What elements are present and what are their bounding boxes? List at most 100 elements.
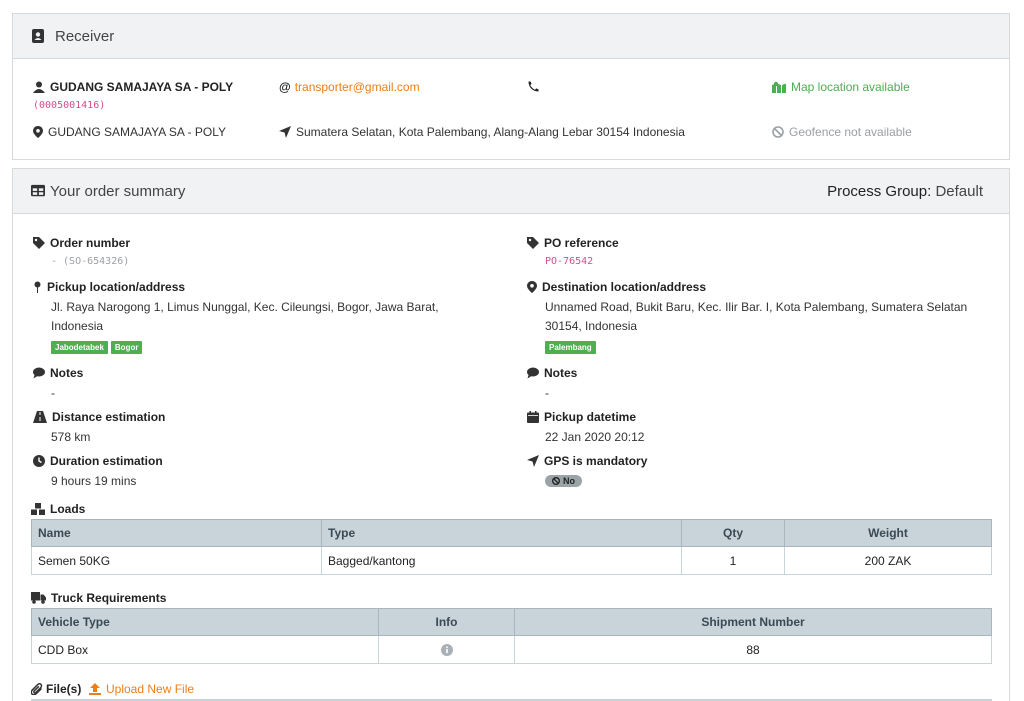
location-arrow-icon — [279, 126, 291, 138]
destination-tags: Palembang — [545, 339, 599, 354]
table-row: Semen 50KG Bagged/kantong 1 200 ZAK — [31, 546, 992, 575]
receiver-location-name: GUDANG SAMAJAYA SA - POLY — [48, 125, 227, 139]
files-title: File(s) — [46, 682, 82, 696]
pickup-tag: Jabodetabek — [51, 341, 108, 354]
duration-label-row: Duration estimation — [33, 454, 163, 468]
process-group: Process Group: Default — [827, 183, 983, 200]
map-marker-icon — [33, 126, 43, 138]
loads-col-qty: Qty — [681, 519, 785, 547]
map-status[interactable]: Map location available — [772, 80, 910, 94]
receiver-code: (0005001416) — [33, 100, 106, 111]
loads-title-row: Loads — [31, 502, 85, 516]
map-marker-icon — [527, 281, 537, 293]
notes-right-label-row: Notes — [527, 366, 577, 380]
order-number-label: Order number — [50, 236, 131, 250]
receiver-address: Sumatera Selatan, Kota Palembang, Alang-… — [296, 125, 685, 139]
receiver-name: GUDANG SAMAJAYA SA - POLY — [50, 80, 234, 94]
upload-file-label: Upload New File — [106, 682, 195, 696]
clock-icon — [33, 455, 45, 467]
pickup-tags: Jabodetabek Bogor — [51, 339, 145, 354]
distance-label-row: Distance estimation — [33, 410, 165, 424]
pickup-address-line1: Jl. Raya Narogong 1, Limus Nunggal, Kec.… — [51, 300, 439, 314]
vehicle-type-cell: CDD Box — [31, 635, 379, 664]
pickup-datetime-label-row: Pickup datetime — [527, 410, 636, 424]
destination-label-row: Destination location/address — [527, 280, 706, 294]
receiver-address-row: Sumatera Selatan, Kota Palembang, Alang-… — [279, 125, 685, 139]
summary-title: Your order summary — [50, 182, 186, 200]
loads-table: Name Type Qty Weight Semen 50KG Bagged/k… — [31, 519, 992, 575]
receiver-name-row: GUDANG SAMAJAYA SA - POLY — [33, 80, 233, 94]
comment-icon — [527, 367, 539, 379]
notes-right-label: Notes — [544, 366, 578, 380]
pickup-datetime-label: Pickup datetime — [544, 410, 637, 424]
ban-icon — [552, 477, 560, 485]
receiver-location-row: GUDANG SAMAJAYA SA - POLY — [33, 125, 226, 139]
upload-file-button[interactable]: Upload New File — [89, 682, 194, 696]
po-label: PO reference — [544, 236, 619, 250]
comment-icon — [33, 367, 45, 379]
gps-label-row: GPS is mandatory — [527, 454, 647, 468]
duration-label: Duration estimation — [50, 454, 163, 468]
notes-left-label-row: Notes — [33, 366, 83, 380]
gps-label: GPS is mandatory — [544, 454, 648, 468]
load-type-cell: Bagged/kantong — [321, 546, 682, 575]
geofence-status-text: Geofence not available — [789, 125, 912, 139]
notes-left-value: - — [51, 386, 55, 400]
duration-value: 9 hours 19 mins — [51, 474, 137, 488]
receiver-title: Receiver — [55, 27, 115, 45]
truck-title-row: Truck Requirements — [31, 591, 166, 605]
table-row: CDD Box 88 — [31, 635, 992, 664]
receiver-header: Receiver — [13, 14, 1009, 59]
map-status-text: Map location available — [791, 80, 910, 94]
loads-col-name: Name — [31, 519, 322, 547]
user-icon — [33, 81, 45, 93]
paperclip-icon — [30, 683, 43, 696]
pickup-label-row: Pickup location/address — [33, 280, 185, 294]
pickup-label: Pickup location/address — [47, 280, 186, 294]
truck-col-shipment: Shipment Number — [514, 608, 992, 636]
summary-header: Your order summary Process Group: Defaul… — [13, 169, 1009, 214]
at-icon: @ — [279, 80, 291, 94]
truck-table: Vehicle Type Info Shipment Number CDD Bo… — [31, 608, 992, 664]
po-label-row: PO reference — [527, 236, 619, 250]
tag-icon — [33, 237, 45, 249]
truck-col-vehicle: Vehicle Type — [31, 608, 379, 636]
truck-title: Truck Requirements — [51, 591, 167, 605]
map-marked-icon — [772, 81, 786, 93]
loads-col-weight: Weight — [784, 519, 992, 547]
pickup-datetime-value: 22 Jan 2020 20:12 — [545, 430, 645, 444]
phone-icon[interactable] — [527, 80, 540, 96]
receiver-email-link[interactable]: transporter@gmail.com — [295, 80, 420, 94]
load-qty-cell: 1 — [681, 546, 785, 575]
tag-icon — [527, 237, 539, 249]
location-arrow-icon — [527, 455, 539, 467]
geofence-status: Geofence not available — [772, 125, 912, 139]
load-name-cell: Semen 50KG — [31, 546, 322, 575]
info-cell — [378, 635, 515, 664]
truck-icon — [31, 592, 46, 604]
files-title-row: File(s) — [30, 682, 82, 696]
receiver-email-row: @ transporter@gmail.com — [279, 80, 420, 94]
calendar-icon — [527, 411, 539, 423]
load-weight-cell: 200 ZAK — [784, 546, 992, 575]
pickup-address-line2: Indonesia — [51, 319, 104, 333]
pickup-tag: Bogor — [110, 341, 143, 354]
info-icon[interactable] — [440, 643, 453, 656]
notes-left-label: Notes — [50, 366, 84, 380]
destination-tag: Palembang — [545, 341, 596, 354]
order-summary-panel: Your order summary Process Group: Defaul… — [12, 168, 1010, 701]
process-group-label: Process Group: — [827, 182, 932, 200]
notes-right-value: - — [545, 386, 549, 400]
table-icon — [31, 184, 45, 198]
distance-value: 578 km — [51, 430, 91, 444]
upload-icon — [89, 683, 101, 695]
destination-label: Destination location/address — [542, 280, 707, 294]
destination-address-line2: 30154, Indonesia — [545, 319, 638, 333]
distance-label: Distance estimation — [52, 410, 166, 424]
truck-col-info: Info — [378, 608, 515, 636]
gps-badge: No — [545, 474, 582, 488]
pin-icon — [33, 281, 42, 293]
gps-value: No — [563, 476, 575, 486]
order-number-label-row: Order number — [33, 236, 130, 250]
truck-header-row: Vehicle Type Info Shipment Number — [31, 608, 992, 636]
